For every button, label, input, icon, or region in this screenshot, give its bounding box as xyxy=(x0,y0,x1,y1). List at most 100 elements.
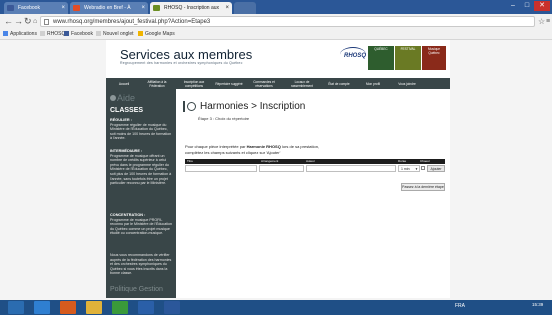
site-header: Services aux membres Regroupement des ha… xyxy=(106,40,450,78)
chrome-icon[interactable] xyxy=(112,301,128,314)
nav-repertoire[interactable]: Répertoire suggéré xyxy=(214,78,244,89)
tab-label: Facebook xyxy=(18,5,40,11)
home-icon[interactable]: ⌂ xyxy=(33,16,37,27)
chevron-down-icon: ▼ xyxy=(415,167,418,171)
choeur-checkbox[interactable] xyxy=(421,166,425,170)
word-icon[interactable] xyxy=(164,301,180,314)
duree-select[interactable]: 1 min ▼ xyxy=(398,165,420,172)
forward-arrow-icon[interactable]: → xyxy=(14,16,23,27)
close-icon[interactable]: × xyxy=(141,2,145,14)
section-text: Programme régulier de musique du Ministè… xyxy=(110,122,172,141)
system-tray[interactable]: FRA xyxy=(455,303,465,309)
apps-icon xyxy=(3,31,8,36)
class-intermediaire: INTERMÉDIAIRE : Programme de musique off… xyxy=(110,149,172,186)
section-text: Nous vous recommandons de vérifier auprè… xyxy=(110,253,172,276)
maximize-button[interactable]: □ xyxy=(520,1,534,11)
partner-logo-musique: Musique Québec xyxy=(422,46,446,70)
file-explorer-icon[interactable] xyxy=(86,301,102,314)
titre-input[interactable] xyxy=(185,165,257,172)
partner-logo-festival: FESTIVAL xyxy=(395,46,421,70)
media-player-icon[interactable] xyxy=(60,301,76,314)
tab-rhosq-active[interactable]: RHOSQ - Inscription aux × xyxy=(150,2,232,14)
bookmark-facebook[interactable]: Facebook xyxy=(64,29,93,39)
tab-facebook[interactable]: Facebook × xyxy=(4,2,68,14)
close-icon[interactable]: × xyxy=(225,2,229,14)
skype-icon[interactable] xyxy=(138,301,154,314)
add-button[interactable]: Ajouter xyxy=(427,165,445,172)
back-arrow-icon[interactable]: ← xyxy=(4,16,13,27)
reload-icon[interactable]: ↻ xyxy=(24,16,32,27)
page-icon xyxy=(40,31,45,36)
browser-toolbar: ← → ↻ ⌂ www.rhosq.org/membres/ajout_fest… xyxy=(0,14,552,30)
site-logo-title[interactable]: Services aux membres xyxy=(120,47,252,62)
bookmarks-bar: Applications RHOSQ Facebook Nouvel ongle… xyxy=(0,29,552,40)
bookmark-applications[interactable]: Applications xyxy=(3,29,37,39)
taskbar-clock[interactable]: 15:39 2015-10-07 xyxy=(532,302,543,307)
nav-mon-profil[interactable]: Mon profil xyxy=(358,78,388,89)
sidebar-note: Nous vous recommandons de vérifier auprè… xyxy=(110,253,172,276)
section-text: Programme de musique PROFIL reconnu par … xyxy=(110,217,173,236)
facebook-icon xyxy=(7,5,14,11)
browser-tab-bar: Facebook × Webradio en Bref - À × RHOSQ … xyxy=(0,0,552,14)
nav-inscription[interactable]: Inscription aux compétitions xyxy=(176,78,212,89)
help-sidebar: Aide CLASSES RÉGULIER : Programme réguli… xyxy=(106,89,176,298)
nav-locaux[interactable]: Locaux de rassemblement xyxy=(284,78,320,89)
page-title: Harmonies > Inscription xyxy=(200,101,306,112)
tab-label: Webradio en Bref - À xyxy=(84,5,131,11)
nav-etat-compte[interactable]: État de compte xyxy=(322,78,356,89)
internet-explorer-icon[interactable] xyxy=(34,301,50,314)
windows-start-icon[interactable] xyxy=(8,301,24,314)
close-window-button[interactable]: ✕ xyxy=(534,1,550,11)
bookmark-google-maps[interactable]: Google Maps xyxy=(138,29,175,39)
page-icon xyxy=(44,19,49,25)
next-step-button[interactable]: Passez à la dernière étape xyxy=(401,183,445,191)
site-logo-subtitle: Regroupement des harmonies et orchestres… xyxy=(120,61,243,65)
sidebar-title: CLASSES xyxy=(110,107,144,114)
rhosq-brand[interactable]: RHOSQ xyxy=(340,47,366,59)
step-label: Étape 3 : Choix du répertoire xyxy=(198,116,250,121)
page-icon xyxy=(96,31,101,36)
ensemble-name: Harmonie RHOSQ xyxy=(246,144,281,149)
class-concentration: CONCENTRATION : Programme de musique PRO… xyxy=(110,213,172,236)
url-text: www.rhosq.org/membres/ajout_festival.php… xyxy=(53,19,211,25)
maps-icon xyxy=(138,31,143,36)
column-arrangement: Arrangement xyxy=(261,159,279,163)
column-duree: Durée xyxy=(398,159,407,163)
column-titre: Titre xyxy=(187,159,193,163)
rhosq-icon xyxy=(153,5,160,11)
class-regulier: RÉGULIER : Programme régulier de musique… xyxy=(110,118,172,141)
new-tab-button[interactable] xyxy=(234,2,256,14)
instructions: Pour chaque pièce interprétée par Harmon… xyxy=(185,144,320,155)
harmonie-icon xyxy=(187,102,196,111)
swoosh-icon xyxy=(340,47,366,62)
main-nav: Accueil Affiliation à la Fédération Insc… xyxy=(106,78,450,89)
column-choeur: Choeur xyxy=(420,159,430,163)
partner-logo-quebec: QUÉBEC xyxy=(368,46,394,70)
menu-icon[interactable]: ≡ xyxy=(546,16,550,27)
keyboard-language: FRA xyxy=(455,303,465,309)
tab-label: RHOSQ - Inscription aux xyxy=(164,5,220,11)
sidebar-footer-link[interactable]: Politique Gestion xyxy=(110,286,163,293)
auteur-input[interactable] xyxy=(306,165,396,172)
column-auteur: Auteur xyxy=(306,159,315,163)
section-text: Programme de musique offrant un nombre d… xyxy=(110,153,172,186)
bookmark-rhosq[interactable]: RHOSQ xyxy=(40,29,65,39)
webradio-icon xyxy=(73,5,80,11)
nav-affiliation[interactable]: Affiliation à la Fédération xyxy=(140,78,174,89)
windows-taskbar: FRA 15:39 2015-10-07 xyxy=(0,300,552,315)
star-icon[interactable]: ☆ xyxy=(538,16,545,27)
help-icon xyxy=(110,95,116,101)
nav-accueil[interactable]: Accueil xyxy=(110,78,138,89)
repertoire-table-header: Titre Arrangement Auteur Durée Choeur xyxy=(185,159,445,164)
title-accent-bar xyxy=(183,101,185,112)
minimize-button[interactable]: – xyxy=(506,1,520,11)
sidebar-header: Aide xyxy=(110,93,135,103)
nav-commandes[interactable]: Commandes et réservations xyxy=(246,78,282,89)
arrangement-input[interactable] xyxy=(259,165,304,172)
facebook-icon xyxy=(64,31,69,36)
address-bar[interactable]: www.rhosq.org/membres/ajout_festival.php… xyxy=(40,16,535,27)
nav-vous-joindre[interactable]: Vous joindre xyxy=(390,78,424,89)
tab-webradio[interactable]: Webradio en Bref - À × xyxy=(70,2,148,14)
close-icon[interactable]: × xyxy=(61,2,65,14)
bookmark-nouvel-onglet[interactable]: Nouvel onglet xyxy=(96,29,134,39)
